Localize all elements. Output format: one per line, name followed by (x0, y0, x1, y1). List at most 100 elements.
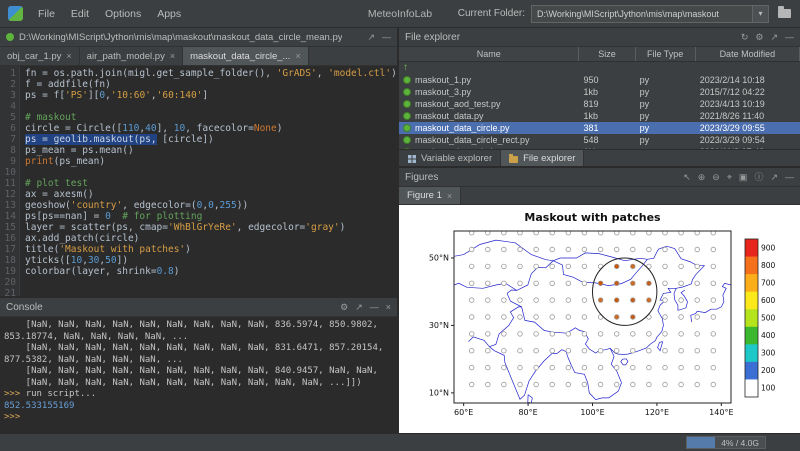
current-folder-combobox[interactable]: D:\Working\MIScript\Jython\mis\map\masko… (531, 5, 769, 23)
tab-close-icon[interactable]: × (295, 51, 300, 61)
menu-bar: FileEditOptionsApps (30, 0, 189, 27)
editor-tab[interactable]: obj_car_1.py × (0, 47, 80, 65)
figure-tab-label: Figure 1 (407, 190, 442, 201)
editor-tab[interactable]: air_path_model.py × (80, 47, 183, 65)
bottom-tab-label: Variable explorer (421, 153, 492, 164)
svg-text:600: 600 (761, 296, 776, 305)
folder-icon (778, 9, 791, 18)
file-name: maskout_3.py (415, 87, 471, 97)
file-date: 2021/8/26 11:40 (696, 111, 800, 121)
console-output[interactable]: [NaN, NaN, NaN, NaN, NaN, NaN, NaN, NaN,… (0, 317, 397, 433)
tab-close-icon[interactable]: × (447, 191, 452, 201)
figures-title: Figures (405, 172, 438, 183)
svg-text:800: 800 (761, 261, 776, 270)
editor-file-path: D:\Working\MIScript\Jython\mis\map\masko… (19, 32, 342, 43)
float-icon[interactable]: ↗ (770, 173, 778, 182)
code-line: layer = scatter(ps, cmap='WhBlGrYeRe', e… (25, 222, 397, 233)
svg-text:10°N: 10°N (429, 388, 449, 397)
file-row[interactable]: maskout_data_circle.py381py2023/3/29 09:… (399, 122, 800, 134)
bottom-tab-file-explorer[interactable]: File explorer (501, 150, 584, 166)
gear-icon[interactable]: ⚙ (340, 303, 348, 312)
tab-label: air_path_model.py (87, 51, 165, 62)
code-line: circle = Circle([110,40], 10, facecolor=… (25, 123, 397, 134)
line-number: 14 (0, 211, 16, 222)
file-row[interactable]: maskout_data_circle_rect.py548py2023/3/2… (399, 134, 800, 146)
meteoinfolab-window: FileEditOptionsApps MeteoInfoLab Current… (0, 0, 800, 451)
float-icon[interactable]: ↗ (770, 33, 778, 42)
minimize-icon[interactable]: — (785, 33, 794, 42)
table-icon (407, 154, 416, 163)
browse-folder-button[interactable] (774, 5, 794, 23)
editor-code[interactable]: fn = os.path.join(migl.get_sample_folder… (20, 66, 397, 296)
close-icon[interactable]: × (386, 303, 391, 312)
figure-tab[interactable]: Figure 1 × (399, 187, 461, 204)
memory-indicator[interactable]: 4% / 4.0G (686, 436, 766, 449)
line-number: 7 (0, 134, 16, 145)
current-folder-group: Current Folder: D:\Working\MIScript\Jyth… (458, 5, 794, 23)
console-line: >>> (4, 412, 393, 424)
console-line: [NaN, NaN, NaN, NaN, NaN, NaN, NaN, NaN,… (4, 320, 393, 332)
tab-close-icon[interactable]: × (66, 51, 71, 61)
column-header[interactable]: Size (579, 47, 635, 61)
chevron-down-icon[interactable]: ▾ (752, 6, 768, 22)
info-icon[interactable]: ⓘ (754, 173, 763, 182)
file-row[interactable]: maskout_aod_test.py819py2023/4/13 10:19 (399, 98, 800, 110)
file-row[interactable]: maskout_3.py1kbpy2015/7/12 04:22 (399, 86, 800, 98)
editor-tabbar: obj_car_1.py×air_path_model.py×maskout_d… (0, 47, 397, 66)
left-column: D:\Working\MIScript\Jython\mis\map\masko… (0, 28, 399, 433)
tab-close-icon[interactable]: × (170, 51, 175, 61)
minimize-icon[interactable]: — (785, 173, 794, 182)
file-type: py (636, 111, 696, 121)
file-size: 1kb (579, 111, 635, 121)
code-line: ps = geolib.maskout(ps, [circle]) (25, 134, 397, 145)
file-name: maskout_1.py (415, 75, 471, 85)
file-table-header[interactable]: NameSizeFile TypeDate Modified (399, 47, 800, 62)
refresh-icon[interactable]: ↻ (741, 33, 749, 42)
file-explorer-panel: File explorer ↻ ⚙ ↗ — NameSizeFile TypeD… (399, 28, 800, 168)
menu-file[interactable]: File (30, 0, 63, 27)
select-cursor-icon[interactable]: ↖ (683, 173, 691, 182)
menu-options[interactable]: Options (97, 0, 149, 27)
column-header[interactable]: Name (399, 47, 579, 61)
console-line: 852.533155169 (4, 401, 393, 413)
explorer-bottom-tabs: Variable explorer File explorer (399, 149, 800, 166)
file-name: maskout_data.py (415, 111, 484, 121)
tab-label: obj_car_1.py (7, 51, 61, 62)
column-header[interactable]: File Type (636, 47, 696, 61)
file-row[interactable]: maskout_1.py950py2023/2/14 10:18 (399, 74, 800, 86)
column-header[interactable]: Date Modified (696, 47, 800, 61)
zoom-in-icon[interactable]: ⊕ (698, 173, 706, 182)
bottom-tab-variable-explorer[interactable]: Variable explorer (399, 150, 501, 166)
parent-dir-row[interactable]: ↑ (399, 62, 800, 74)
svg-text:80°E: 80°E (518, 408, 537, 417)
file-row[interactable]: maskout_data.py 1kbpy2021/8/26 11:40 (399, 110, 800, 122)
float-icon[interactable]: ↗ (367, 33, 375, 42)
svg-text:400: 400 (761, 331, 776, 340)
line-number: 16 (0, 233, 16, 244)
menu-apps[interactable]: Apps (149, 0, 189, 27)
code-line: print(ps_mean) (25, 156, 397, 167)
figure-canvas[interactable]: Maskout with patches60°E80°E100°E120°E14… (399, 205, 800, 433)
menu-edit[interactable]: Edit (63, 0, 97, 27)
zoom-out-icon[interactable]: ⊖ (712, 173, 720, 182)
figures-panel: Figures ↖ ⊕ ⊖ ⌖ ▣ ⓘ ↗ — Figure 1 (399, 168, 800, 433)
code-area[interactable]: 123456789101112131415161718192021 fn = o… (0, 66, 397, 296)
gear-icon[interactable]: ⚙ (755, 33, 763, 42)
layers-icon[interactable]: ▣ (739, 173, 748, 182)
line-number: 21 (0, 288, 16, 296)
editor-gutter: 123456789101112131415161718192021 (0, 66, 20, 296)
minimize-icon[interactable]: — (382, 33, 391, 42)
svg-text:500: 500 (761, 314, 776, 323)
file-explorer-header: File explorer ↻ ⚙ ↗ — (399, 28, 800, 47)
file-name: maskout_data_circle.py (415, 123, 510, 133)
figure-tabbar: Figure 1 × (399, 187, 800, 205)
editor-tab[interactable]: maskout_data_circle_...× (183, 47, 309, 65)
code-line (25, 167, 397, 178)
minimize-icon[interactable]: — (370, 303, 379, 312)
svg-text:Maskout with patches: Maskout with patches (524, 211, 661, 224)
line-number: 5 (0, 112, 16, 123)
pan-icon[interactable]: ⌖ (727, 173, 732, 182)
py-file-icon (403, 88, 411, 96)
file-type: py (636, 135, 696, 145)
float-icon[interactable]: ↗ (355, 303, 363, 312)
